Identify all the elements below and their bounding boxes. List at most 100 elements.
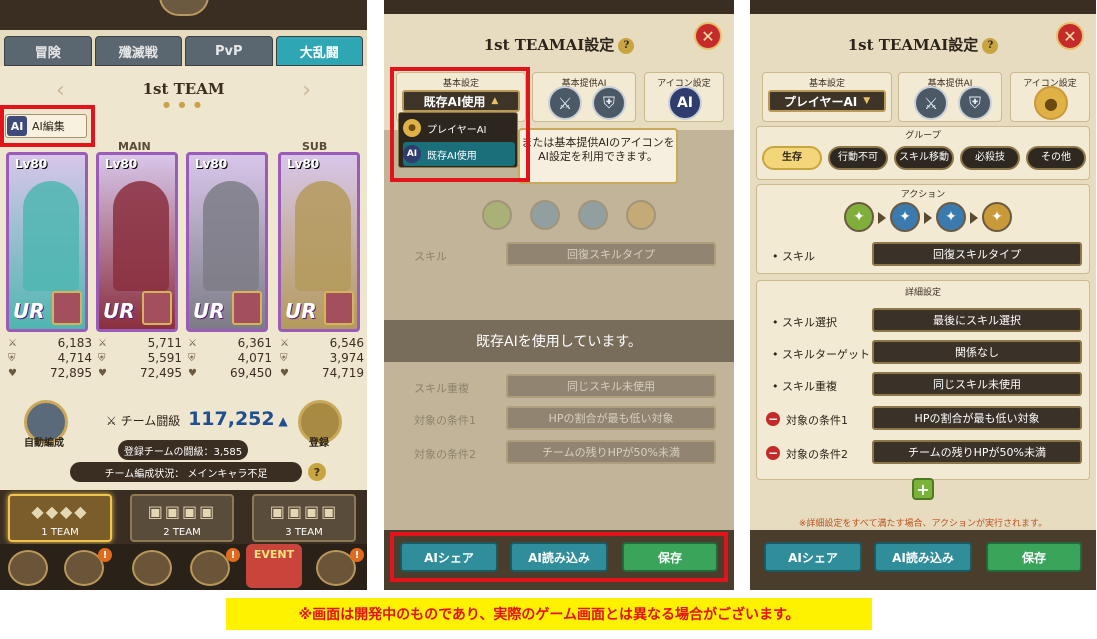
- action-icon: [530, 200, 560, 230]
- stat-value: 74,719: [322, 366, 364, 380]
- character-card[interactable]: Lv80 UR: [6, 152, 88, 332]
- team-slot-3[interactable]: ▣▣▣▣ 3 TEAM: [252, 494, 356, 542]
- stat-value: 4,714: [57, 351, 92, 365]
- event-shop-icon[interactable]: EVENT: [246, 544, 302, 588]
- group-incapacitated[interactable]: 行動不可: [828, 146, 888, 170]
- close-button[interactable]: ✕: [1056, 22, 1084, 50]
- ghost-label: 対象の条件1: [414, 414, 476, 427]
- ai-icon[interactable]: AI: [668, 86, 702, 120]
- ai-load-button[interactable]: AI読み込み: [510, 542, 608, 572]
- attack-icon: ⚔: [98, 338, 107, 349]
- top-bar: [384, 0, 734, 14]
- rarity-label: UR: [193, 299, 225, 323]
- close-button[interactable]: ✕: [694, 22, 722, 50]
- tab-pvp[interactable]: PvP: [185, 36, 273, 66]
- tab-annihilation[interactable]: 殲滅戦: [94, 36, 182, 66]
- arrow-right-icon: [924, 212, 932, 224]
- nav-knight-icon[interactable]: [8, 550, 48, 586]
- character-card[interactable]: Lv80 UR: [96, 152, 178, 332]
- basic-settings-label: 基本設定: [442, 79, 479, 89]
- stat-row: ⚔ 6,361: [188, 336, 272, 351]
- shield-icon[interactable]: ⛨: [592, 86, 626, 120]
- detail-row-value[interactable]: チームの残りHPが50%未満: [872, 440, 1082, 464]
- add-condition-button[interactable]: +: [912, 478, 934, 500]
- team-slot-1[interactable]: ◆◆◆◆ 1 TEAM: [8, 494, 112, 542]
- detail-row-label-text: スキルターゲット: [782, 348, 870, 361]
- stat-value: 6,361: [237, 336, 272, 350]
- ai-share-button[interactable]: AIシェア: [400, 542, 498, 572]
- team-slot-2[interactable]: ▣▣▣▣ 2 TEAM: [130, 494, 234, 542]
- action-icon: [626, 200, 656, 230]
- detail-row-value[interactable]: 関係なし: [872, 340, 1082, 364]
- water-icon[interactable]: ✦: [890, 202, 920, 232]
- support-portrait: [232, 291, 262, 325]
- team-slot-label: 3 TEAM: [285, 527, 323, 538]
- shield-icon[interactable]: ⛨: [958, 86, 992, 120]
- group-ultimate[interactable]: 必殺技: [960, 146, 1020, 170]
- ghost-value: チームの残りHPが50%未満: [506, 440, 716, 464]
- event-label: EVENT: [253, 548, 295, 561]
- ai-mode-menu: ● プレイヤーAI AI 既存AI使用: [398, 112, 518, 168]
- dog-icon[interactable]: ●: [1034, 86, 1068, 120]
- arrow-right-icon: [970, 212, 978, 224]
- page-title: 1st TEAMAI設定?: [750, 34, 1096, 55]
- tab-adventure[interactable]: 冒険: [4, 36, 92, 66]
- menu-option-existing-ai[interactable]: AI 既存AI使用: [403, 142, 515, 166]
- remove-condition-icon[interactable]: −: [766, 446, 780, 460]
- team-title: 1st TEAM: [142, 80, 225, 98]
- character-stats: ⚔ 5,711 ⛨ 5,591 ♥ 72,495: [98, 336, 182, 381]
- menu-option-label: プレイヤーAI: [427, 124, 487, 136]
- remove-condition-icon[interactable]: −: [766, 412, 780, 426]
- nav-pig-icon[interactable]: [132, 550, 172, 586]
- group-other[interactable]: その他: [1026, 146, 1086, 170]
- help-icon[interactable]: ?: [308, 463, 326, 481]
- character-card[interactable]: Lv80 UR: [186, 152, 268, 332]
- registered-power: 登録チームの闘級：3,585: [118, 440, 248, 460]
- detail-row-label-text: 対象の条件1: [786, 414, 848, 427]
- sword-shield-icon[interactable]: ⚔: [914, 86, 948, 120]
- top-bar: [750, 0, 1096, 14]
- save-button[interactable]: 保存: [622, 542, 718, 572]
- crest-emblem: [158, 0, 209, 16]
- page-dots: ● ● ●: [162, 100, 205, 109]
- ai-edit-button[interactable]: AI AI編集: [5, 114, 87, 138]
- water-icon[interactable]: ✦: [936, 202, 966, 232]
- arrow-up-icon: ▲: [278, 414, 288, 428]
- ai-share-button[interactable]: AIシェア: [764, 542, 862, 572]
- nav-shop-icon[interactable]: [190, 550, 230, 586]
- ai-settings-existing: 1st TEAMAI設定? ✕ 基本設定 既存AI使用 ▲ 基本提供AI ⚔ ⛨ …: [384, 0, 734, 590]
- detail-row-value[interactable]: HPの割合が最も低い対象: [872, 406, 1082, 430]
- stat-value: 6,546: [329, 336, 364, 350]
- existing-ai-toast: 既存AIを使用しています。: [384, 320, 734, 362]
- detail-label: 詳細設定: [904, 288, 941, 298]
- group-skill-move[interactable]: スキル移動: [894, 146, 954, 170]
- sword-shield-icon[interactable]: ⚔: [548, 86, 582, 120]
- tooltip-text: または基本提供AIのアイコンを AI設定を利用できます。: [521, 136, 675, 163]
- help-icon[interactable]: ?: [618, 38, 635, 54]
- group-label: グループ: [905, 131, 941, 141]
- save-button[interactable]: 保存: [986, 542, 1082, 572]
- skill-value[interactable]: 回復スキルタイプ: [872, 242, 1082, 266]
- detail-row-label: • スキル選択: [772, 316, 837, 329]
- group-survive[interactable]: 生存: [762, 146, 822, 170]
- detail-row-label: • スキルターゲット: [772, 348, 870, 361]
- ai-load-button[interactable]: AI読み込み: [874, 542, 972, 572]
- character-card[interactable]: Lv80 UR: [278, 152, 360, 332]
- detail-row-label-text: スキル重複: [782, 380, 837, 393]
- hp-icon: ♥: [98, 368, 107, 379]
- team-screen: 冒険 殲滅戦 PvP 大乱闘 ‹ › 1st TEAM ● ● ● AI AI編…: [0, 0, 367, 590]
- character-portrait: [113, 181, 169, 291]
- defense-icon: ⛨: [8, 353, 16, 364]
- sparkle-icon[interactable]: ✦: [844, 202, 874, 232]
- detail-row-label: 対象の条件2: [786, 446, 848, 462]
- hammer-icon[interactable]: ✦: [982, 202, 1012, 232]
- ai-mode-dropdown[interactable]: 既存AI使用 ▲: [402, 90, 520, 112]
- menu-option-player-ai[interactable]: ● プレイヤーAI: [403, 116, 515, 140]
- detail-row-value[interactable]: 最後にスキル選択: [872, 308, 1082, 332]
- detail-row-label: • スキル重複: [772, 380, 837, 393]
- help-icon[interactable]: ?: [982, 38, 999, 54]
- support-portrait: [324, 291, 354, 325]
- tab-melee[interactable]: 大乱闘: [275, 36, 363, 66]
- ai-mode-dropdown[interactable]: プレイヤーAI ▼: [768, 90, 886, 112]
- detail-row-value[interactable]: 同じスキル未使用: [872, 372, 1082, 396]
